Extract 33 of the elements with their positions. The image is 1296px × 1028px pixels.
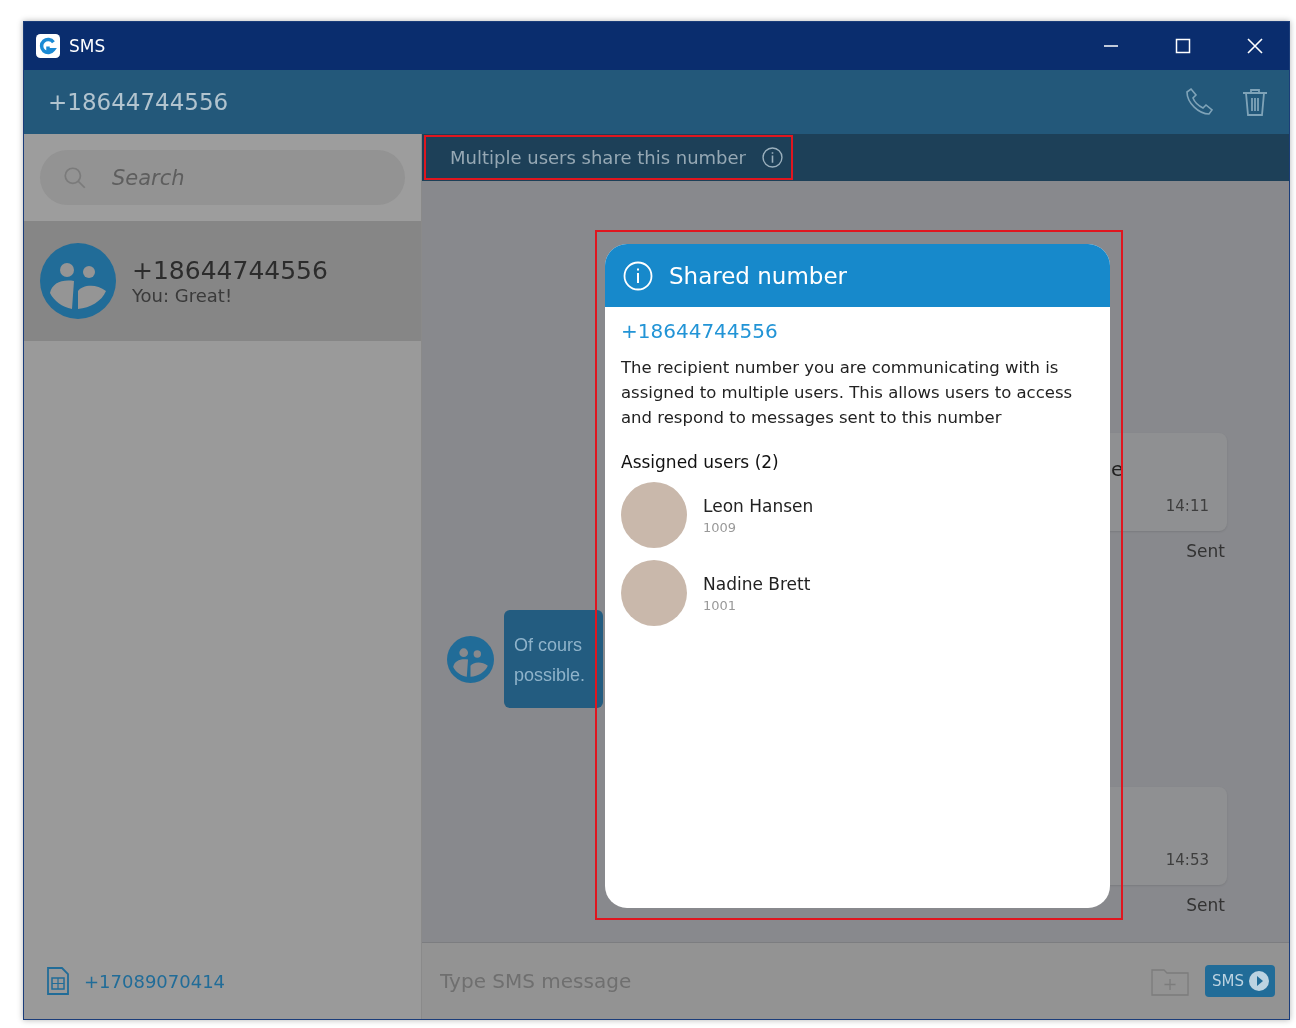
maximize-button[interactable] bbox=[1175, 38, 1191, 54]
conversation-number: +18644744556 bbox=[132, 256, 328, 285]
message-status: Sent bbox=[1186, 541, 1225, 561]
assigned-users-heading: Assigned users (2) bbox=[621, 452, 780, 472]
group-avatar-icon bbox=[40, 243, 116, 319]
message-time: 14:53 bbox=[1165, 851, 1209, 869]
user-name: Nadine Brett bbox=[703, 573, 811, 594]
info-icon bbox=[762, 147, 783, 168]
phone-icon[interactable] bbox=[1183, 86, 1215, 118]
shared-number: +18644744556 bbox=[621, 319, 779, 343]
own-number: +17089070414 bbox=[84, 970, 226, 992]
header-number: +18644744556 bbox=[48, 89, 229, 115]
banner-text: Multiple users share this number bbox=[450, 147, 746, 168]
app-logo-icon bbox=[36, 34, 60, 58]
user-extension: 1009 bbox=[703, 519, 738, 535]
message-text: Of cours bbox=[514, 634, 584, 657]
message-time: 14:11 bbox=[1165, 497, 1209, 515]
message-text: possible. bbox=[514, 664, 587, 687]
info-icon bbox=[623, 260, 653, 291]
dialog-title: Shared number bbox=[669, 262, 848, 289]
shared-number-banner[interactable]: Multiple users share this number bbox=[424, 135, 793, 180]
send-sms-button[interactable]: SMS bbox=[1205, 965, 1275, 997]
conversation-item[interactable]: +18644744556 You: Great! bbox=[24, 221, 421, 341]
window-title: SMS bbox=[69, 36, 106, 56]
user-name: Leon Hansen bbox=[703, 495, 814, 516]
group-avatar-icon bbox=[447, 635, 494, 683]
search-icon bbox=[62, 164, 88, 191]
conversation-preview: You: Great! bbox=[132, 285, 234, 306]
sim-card-icon bbox=[46, 965, 70, 997]
user-extension: 1001 bbox=[703, 597, 738, 613]
dialog-description: The recipient number you are communicating with is assigned to multiple users. This allows users to access and respond to messages sent to this number bbox=[621, 357, 1074, 429]
message-status: Sent bbox=[1186, 895, 1225, 915]
close-button[interactable] bbox=[1247, 38, 1263, 54]
